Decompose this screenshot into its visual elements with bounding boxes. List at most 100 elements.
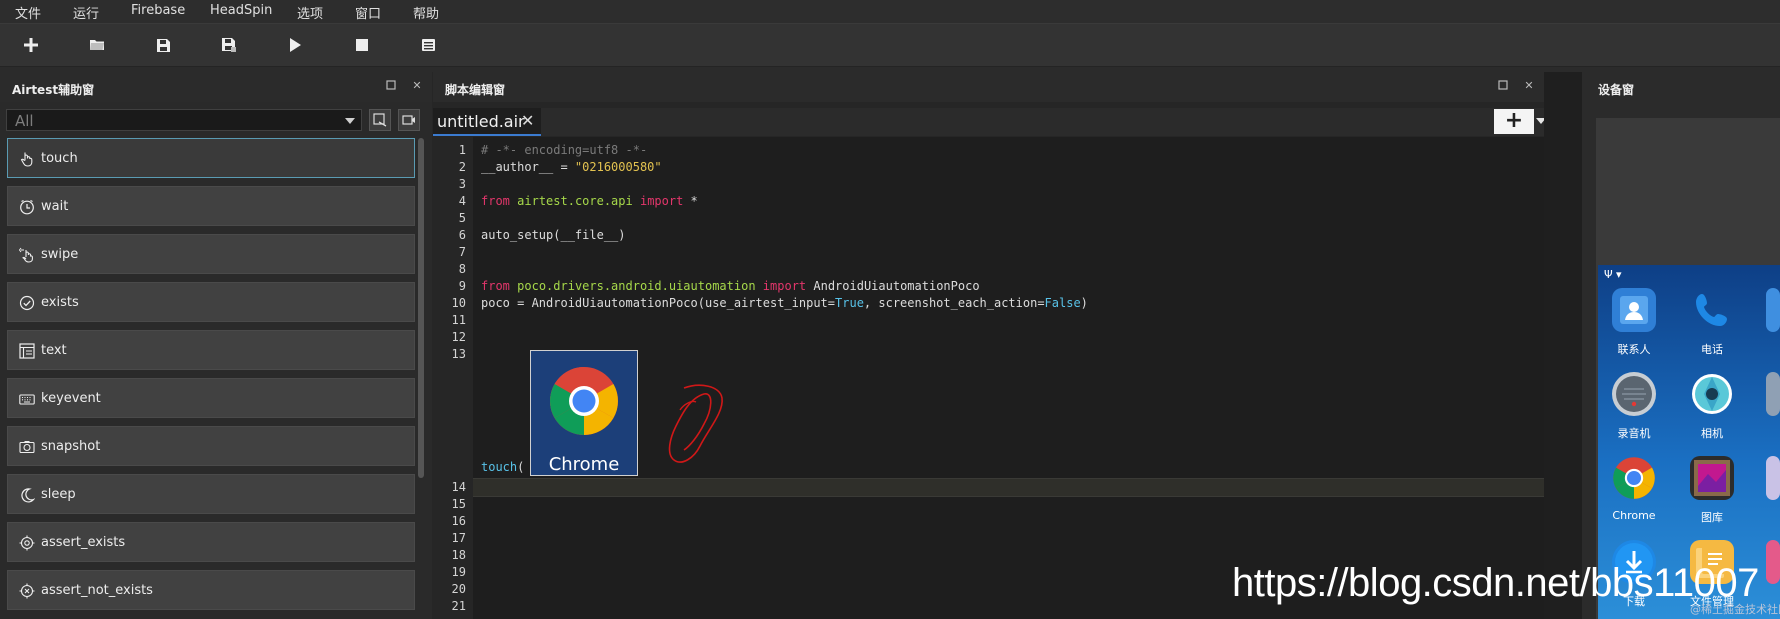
api-swipe-button[interactable]: swipe: [7, 234, 415, 274]
stop-icon[interactable]: [351, 34, 373, 56]
menu-headspin[interactable]: HeadSpin: [210, 3, 272, 18]
code-builtin: False: [1044, 296, 1081, 310]
app-label-recorder: 录音机: [1617, 427, 1651, 440]
line-number: 16: [451, 514, 466, 528]
menu-window[interactable]: 窗口: [355, 3, 381, 22]
tab-untitled-air[interactable]: untitled.air ✕: [433, 108, 541, 136]
api-sleep-button[interactable]: sleep: [7, 474, 415, 514]
device-panel-header: 设备窗: [1582, 72, 1780, 102]
chevron-down-icon: [345, 118, 355, 124]
new-tab-button[interactable]: +: [1494, 109, 1534, 134]
add-image-icon[interactable]: [369, 109, 391, 131]
menu-run[interactable]: 运行: [73, 3, 99, 22]
line-number: 6: [458, 228, 466, 242]
api-exists-button[interactable]: exists: [7, 282, 415, 322]
assistant-scrollbar[interactable]: [418, 138, 424, 478]
partial-app-icon[interactable]: [1766, 540, 1780, 584]
api-label: assert_exists: [41, 535, 126, 550]
api-label: swipe: [41, 247, 79, 262]
new-file-icon[interactable]: [20, 34, 42, 56]
menu-options[interactable]: 选项: [297, 3, 323, 22]
chrome-app-icon[interactable]: [1612, 456, 1656, 500]
watermark-text: https://blog.csdn.net/bbs11007: [1232, 561, 1759, 605]
editor-tab-bar: [433, 108, 1544, 136]
api-label: keyevent: [41, 391, 101, 406]
line-number: 2: [458, 160, 466, 174]
app-label-gallery: 图库: [1701, 511, 1723, 524]
menu-file[interactable]: 文件: [15, 3, 41, 22]
log-icon[interactable]: [417, 34, 439, 56]
float-panel-icon[interactable]: [1497, 80, 1509, 92]
close-panel-icon[interactable]: ✕: [1523, 80, 1535, 92]
api-keyevent-button[interactable]: keyevent: [7, 378, 415, 418]
api-label: sleep: [41, 487, 76, 502]
code-token: poco = AndroidUiautomationPoco(use_airte…: [481, 296, 836, 310]
recorder-icon[interactable]: [1612, 372, 1656, 416]
api-label: snapshot: [41, 439, 101, 454]
tab-label: untitled.air: [437, 112, 525, 131]
code-token: (: [517, 460, 525, 474]
api-wait-button[interactable]: wait: [7, 186, 415, 226]
thumbnail-caption: Chrome: [548, 454, 620, 475]
float-panel-icon[interactable]: [385, 80, 397, 92]
close-panel-icon[interactable]: ✕: [411, 80, 423, 92]
line-number: 8: [458, 262, 466, 276]
code-keyword: from: [481, 194, 510, 208]
api-filter-select[interactable]: All: [6, 109, 362, 131]
target-icon: [19, 535, 35, 551]
phone-icon[interactable]: [1690, 288, 1734, 332]
line-number: 21: [451, 599, 466, 613]
code-line-2: __author__ = "0216000580": [481, 160, 662, 174]
notification-icon: ▾: [1616, 268, 1622, 281]
open-folder-icon[interactable]: [86, 34, 108, 56]
line-number: 3: [458, 177, 466, 191]
image-template-thumbnail[interactable]: Chrome: [530, 350, 638, 476]
contacts-icon[interactable]: [1612, 288, 1656, 332]
menu-firebase[interactable]: Firebase: [131, 3, 185, 18]
toolbar: [0, 24, 1780, 67]
code-token: ): [1080, 296, 1088, 310]
record-icon[interactable]: [398, 109, 420, 131]
code-keyword: import: [762, 279, 807, 293]
code-keyword: from: [481, 279, 510, 293]
api-label: wait: [41, 199, 69, 214]
line-number: 1: [458, 143, 466, 157]
save-icon[interactable]: [152, 34, 174, 56]
api-assert-exists-button[interactable]: assert_exists: [7, 522, 415, 562]
code-token: AndroidUiautomationPoco: [806, 279, 980, 293]
code-string: "0216000580": [574, 160, 662, 174]
line-number: 20: [451, 582, 466, 596]
code-token: *: [683, 194, 698, 208]
active-tab-indicator: [433, 134, 541, 136]
assistant-panel-title: Airtest辅助窗: [12, 83, 95, 97]
menu-help[interactable]: 帮助: [413, 3, 439, 22]
partial-app-icon[interactable]: [1766, 372, 1780, 416]
camera-app-icon[interactable]: [1690, 372, 1734, 416]
partial-app-icon[interactable]: [1766, 456, 1780, 500]
clock-icon: [19, 199, 35, 215]
check-circle-icon: [19, 295, 35, 311]
camera-icon: [19, 439, 35, 455]
app-label-phone: 电话: [1701, 343, 1723, 356]
menu-bar: 文件 运行 Firebase HeadSpin 选项 窗口 帮助: [0, 0, 1780, 24]
api-text-button[interactable]: text: [7, 330, 415, 370]
partial-app-icon[interactable]: [1766, 288, 1780, 332]
current-line-highlight: [473, 478, 1544, 497]
gallery-icon[interactable]: [1690, 456, 1734, 500]
api-assert-not-exists-button[interactable]: assert_not_exists: [7, 570, 415, 610]
code-line-10: poco = AndroidUiautomationPoco(use_airte…: [481, 296, 1088, 310]
app-label-chrome: Chrome: [1612, 509, 1656, 522]
api-label: touch: [41, 151, 78, 166]
app-label-contacts: 联系人: [1617, 343, 1651, 356]
code-module: poco.drivers.android.uiautomation: [517, 279, 756, 293]
save-as-icon[interactable]: [218, 34, 240, 56]
panel-splitter[interactable]: [1544, 72, 1582, 619]
line-number: 11: [451, 313, 466, 327]
line-number: 17: [451, 531, 466, 545]
api-snapshot-button[interactable]: snapshot: [7, 426, 415, 466]
close-icon[interactable]: ✕: [521, 111, 534, 130]
run-icon[interactable]: [284, 34, 306, 56]
code-line-6: auto_setup(__file__): [481, 228, 626, 242]
api-touch-button[interactable]: touch: [7, 138, 415, 178]
target-x-icon: [19, 583, 35, 599]
